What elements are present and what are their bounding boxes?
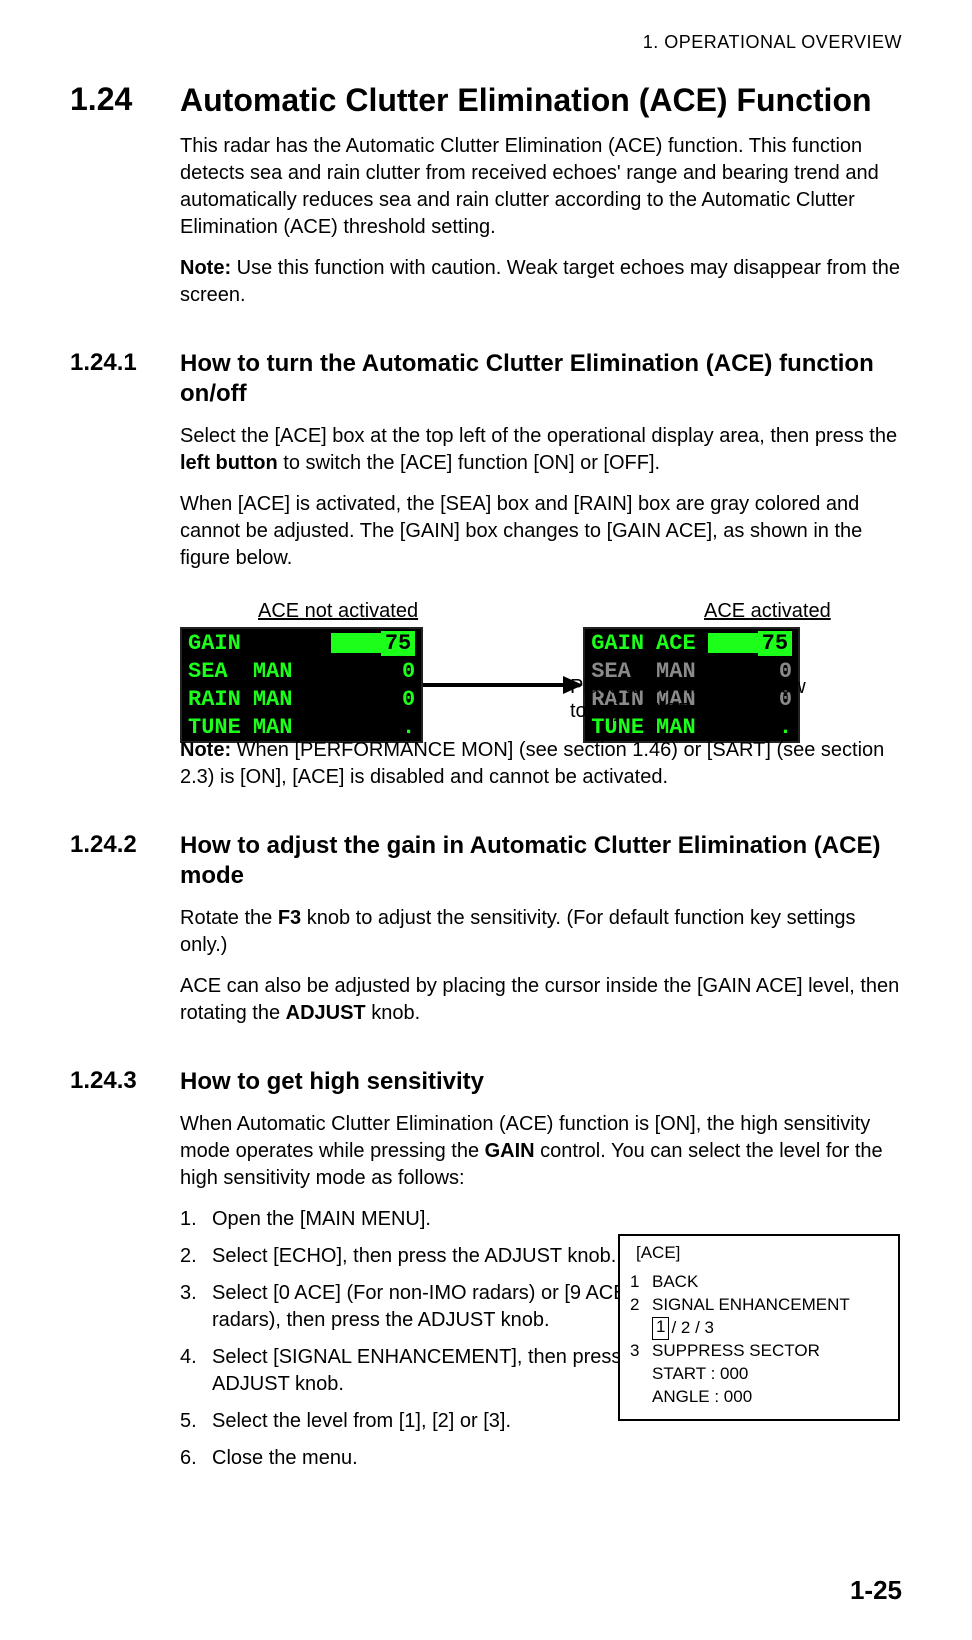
paragraph: ACE can also be adjusted by placing the … — [180, 973, 902, 1027]
note-label: Note: — [180, 739, 231, 761]
paragraph-note: Note: Use this function with caution. We… — [180, 255, 902, 309]
menu-row: 1BACK — [630, 1271, 888, 1294]
radar-box-ace-off: GAIN 75 SEAMAN0 RAINMAN0 TUNEMAN. — [180, 627, 423, 743]
menu-row-sub: START : 000 — [630, 1363, 888, 1386]
subsection-title: How to adjust the gain in Automatic Clut… — [180, 831, 902, 891]
chapter-header: 1. OPERATIONAL OVERVIEW — [70, 32, 902, 53]
ace-menu-graphic: [ACE] 1BACK 2SIGNAL ENHANCEMENT 1 / 2 / … — [618, 1234, 900, 1421]
subsection-title: How to get high sensitivity — [180, 1067, 484, 1097]
section-1-24: 1.24 Automatic Clutter Elimination (ACE)… — [70, 81, 902, 119]
paragraph: When Automatic Clutter Elimination (ACE)… — [180, 1111, 902, 1192]
menu-row: 3SUPPRESS SECTOR — [630, 1340, 888, 1363]
section-title: Automatic Clutter Elimination (ACE) Func… — [180, 81, 872, 119]
fig-label-left: ACE not activated — [258, 600, 548, 623]
note-text: Use this function with caution. Weak tar… — [180, 257, 900, 306]
menu-row: 2SIGNAL ENHANCEMENT — [630, 1294, 888, 1317]
page-number: 1-25 — [850, 1575, 902, 1606]
note-label: Note: — [180, 257, 231, 279]
paragraph: When [ACE] is activated, the [SEA] box a… — [180, 491, 902, 572]
section-1-24-3: 1.24.3 How to get high sensitivity — [70, 1067, 902, 1097]
subsection-number: 1.24.2 — [70, 831, 180, 859]
note-text: When [PERFORMANCE MON] (see section 1.46… — [180, 739, 884, 788]
paragraph: Rotate the F3 knob to adjust the sensiti… — [180, 905, 902, 959]
fig-label-right: ACE activated — [704, 600, 831, 623]
menu-row-sub: ANGLE : 000 — [630, 1386, 888, 1409]
subsection-title: How to turn the Automatic Clutter Elimin… — [180, 349, 902, 409]
ace-figure: ACE not activated ACE activated GAIN 75 … — [180, 600, 902, 723]
arrow-icon — [423, 676, 583, 694]
section-1-24-1: 1.24.1 How to turn the Automatic Clutter… — [70, 349, 902, 409]
menu-row-options: 1 / 2 / 3 — [630, 1317, 888, 1340]
section-number: 1.24 — [70, 81, 180, 118]
menu-title: [ACE] — [636, 1242, 888, 1265]
list-item: 6.Close the menu. — [180, 1445, 700, 1472]
section-1-24-2: 1.24.2 How to adjust the gain in Automat… — [70, 831, 902, 891]
paragraph-note: Note: When [PERFORMANCE MON] (see sectio… — [180, 737, 902, 791]
paragraph: Select the [ACE] box at the top left of … — [180, 423, 902, 477]
subsection-number: 1.24.3 — [70, 1067, 180, 1095]
paragraph: This radar has the Automatic Clutter Eli… — [180, 133, 902, 241]
list-item: 1.Open the [MAIN MENU]. — [180, 1206, 700, 1233]
subsection-number: 1.24.1 — [70, 349, 180, 377]
